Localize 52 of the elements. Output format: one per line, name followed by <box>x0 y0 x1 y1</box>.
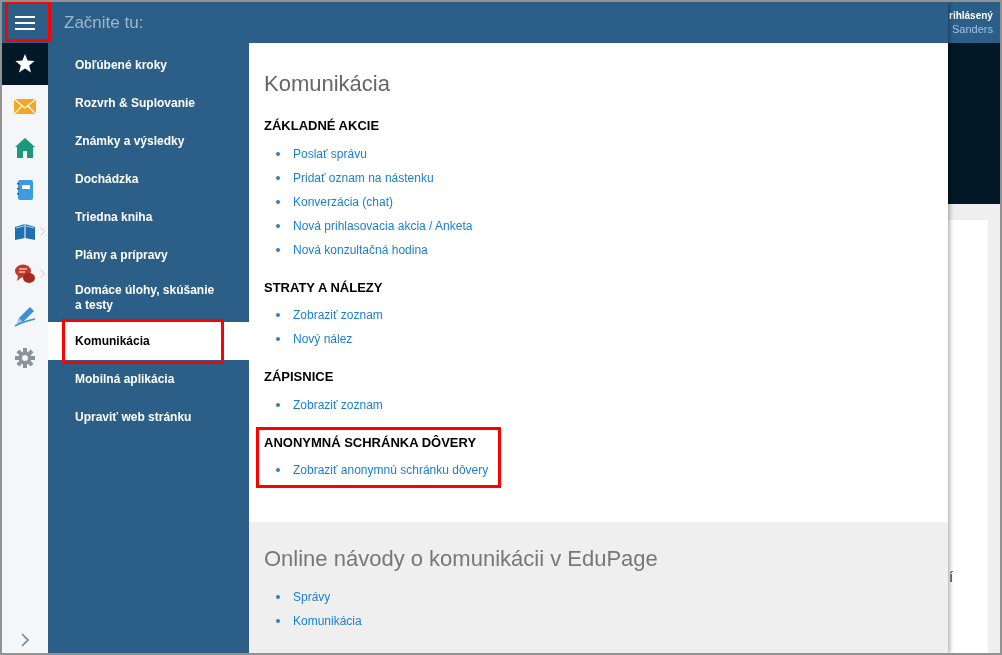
bullet-icon <box>276 619 280 623</box>
bullet-icon <box>276 595 280 599</box>
bullet-icon <box>276 223 280 228</box>
menu-item[interactable]: Mobilná aplikácia <box>48 360 249 398</box>
bullet-icon <box>276 199 280 204</box>
link[interactable]: Poslať správu <box>293 144 367 163</box>
card-text: í <box>949 567 954 587</box>
chevron-right-icon <box>40 227 45 236</box>
menu-item[interactable]: Známky a výsledky <box>48 122 249 160</box>
notebook-icon <box>14 179 36 201</box>
link[interactable]: Konverzácia (chat) <box>293 192 394 211</box>
chevron-right-icon <box>40 269 45 278</box>
sidebar-item[interactable] <box>2 43 48 85</box>
open-book-icon <box>14 221 36 243</box>
chevron-right-icon[interactable] <box>21 633 29 647</box>
panel-title: Komunikácia <box>264 70 391 98</box>
section-heading: STRATY A NÁLEZY <box>264 278 383 297</box>
user-name[interactable]: Sanders <box>949 22 993 36</box>
user-label: rihlásený <box>949 9 993 22</box>
star-icon <box>14 53 36 75</box>
link[interactable]: Nová prihlasovacia akcia / Anketa <box>293 216 473 235</box>
link[interactable]: Zobraziť zoznam <box>293 395 383 414</box>
section-heading: ANONYMNÁ SCHRÁNKA DÔVERY <box>264 433 478 452</box>
link[interactable]: Komunikácia <box>293 612 362 630</box>
menu-item[interactable]: Upraviť web stránku <box>48 398 249 436</box>
menu-item[interactable]: Dochádzka <box>48 160 249 198</box>
chat-bubbles-icon <box>14 263 36 285</box>
menu-item[interactable]: Triedna kniha <box>48 198 249 236</box>
bullet-icon <box>276 151 280 156</box>
house-icon <box>14 137 36 159</box>
link[interactable]: Zobraziť zoznam <box>293 306 383 324</box>
link[interactable]: Správy <box>293 588 331 606</box>
section-heading: ZÁKLADNÉ AKCIE <box>264 117 381 135</box>
menu-item[interactable]: Domáce úlohy, skúšanie a testy <box>48 274 249 322</box>
bullet-icon <box>276 337 280 341</box>
pencil-icon <box>14 305 36 327</box>
bullet-icon <box>276 313 280 317</box>
bullet-icon <box>276 247 280 252</box>
bullet-icon <box>276 175 280 180</box>
menu-icon <box>15 14 35 31</box>
bullet-icon <box>276 402 280 407</box>
link[interactable]: Nový nález <box>293 330 353 348</box>
menu-item[interactable]: Plány a prípravy <box>48 236 249 274</box>
link[interactable]: Zobraziť anonymnú schránku dôvery <box>293 461 489 479</box>
menu-item[interactable]: Obľúbené kroky <box>48 46 249 84</box>
link[interactable]: Pridať oznam na nástenku <box>293 168 434 187</box>
header-title: Začnite tu: <box>64 11 144 34</box>
section-title: Online návody o komunikácii v EduPage <box>264 545 659 573</box>
bullet-icon <box>276 468 280 472</box>
link[interactable]: Nová konzultačná hodina <box>293 240 428 259</box>
section-heading: ZÁPISNICE <box>264 368 335 386</box>
menu-item[interactable]: Rozvrh & Suplovanie <box>48 84 249 122</box>
